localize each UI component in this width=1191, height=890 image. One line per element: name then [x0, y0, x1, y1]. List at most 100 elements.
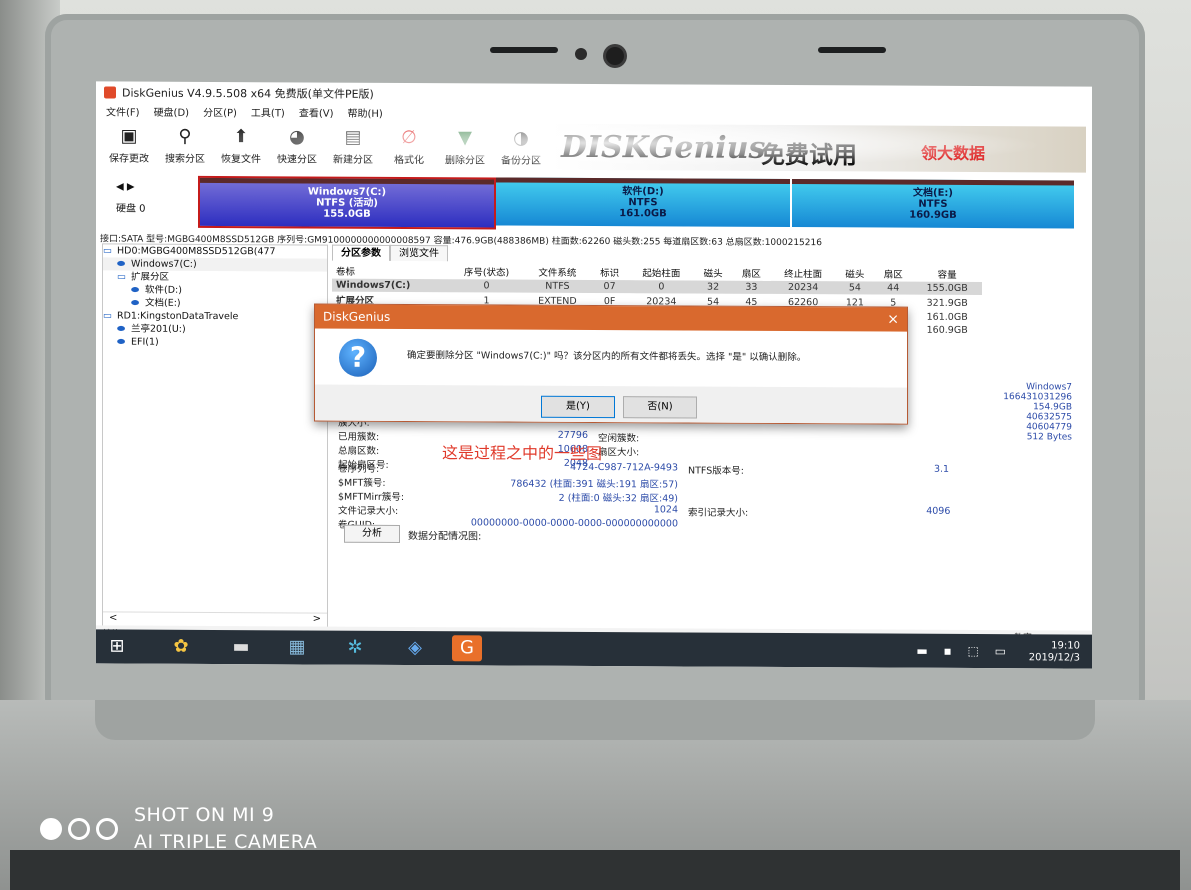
- new-partition-label: 新建分区: [333, 154, 373, 166]
- quick-partition-icon: ◕: [289, 126, 305, 148]
- new-partition-button[interactable]: ▤ 新建分区: [326, 125, 380, 169]
- col-header: 扇区: [741, 268, 761, 280]
- no-button[interactable]: 否(N): [623, 396, 697, 419]
- tree-item[interactable]: ⬬ 兰亭201(U:): [103, 322, 327, 336]
- watermark-text: SHOT ON MI 9 AI TRIPLE CAMERA: [134, 802, 317, 856]
- tree-item[interactable]: ⬬ Windows7(C:): [103, 257, 327, 272]
- recover-files-button[interactable]: ⬆ 恢复文件: [214, 124, 268, 168]
- tree-item[interactable]: ⬬ 文档(E:): [103, 296, 327, 310]
- extended-partition-icon: ▭: [117, 271, 126, 283]
- backup-icon: ◑: [513, 127, 529, 149]
- col-header: 序号(状态): [463, 267, 510, 279]
- tree-item-label: 软件(D:): [145, 284, 182, 296]
- analyze-button[interactable]: 分析: [344, 524, 400, 543]
- allocation-map-label: 数据分配情况图:: [408, 531, 482, 543]
- cell: 07: [590, 279, 629, 294]
- dialog-message: 确定要删除分区 "Windows7(C:)" 吗？该分区内的所有文件都将丢失。选…: [407, 350, 807, 364]
- tree-item[interactable]: ▭ HD0:MGBG400M8SSD512GB(477: [103, 244, 327, 258]
- taskbar-settings-icon[interactable]: ✲: [340, 635, 370, 661]
- delete-confirm-dialog: DiskGenius × ? 确定要删除分区 "Windows7(C:)" 吗？…: [314, 303, 908, 425]
- info-label: 文件记录大小:: [338, 505, 399, 517]
- stat-value: Windows7: [1026, 382, 1072, 393]
- delete-icon: ▼: [458, 127, 472, 149]
- partition-icon: ⬬: [131, 284, 140, 296]
- keyboard-keys: [10, 850, 1180, 890]
- menu-view[interactable]: 查看(V): [299, 104, 334, 122]
- watermark-line-1: SHOT ON MI 9: [134, 804, 275, 826]
- brand-promo: 领大数据: [921, 143, 986, 164]
- taskbar-app-icon[interactable]: ✿: [166, 634, 196, 660]
- col-header: 文件系统: [538, 267, 577, 279]
- info-value: 786432 (柱面:391 磁头:191 扇区:57): [510, 478, 678, 491]
- col-header: 磁头: [845, 269, 865, 281]
- brand-banner: DISKGenius 免费试用 领大数据: [551, 123, 1086, 173]
- recover-icon: ⬆: [233, 126, 249, 148]
- col-header: 标识: [600, 268, 620, 280]
- clock[interactable]: 19:10 2019/12/3: [1029, 640, 1080, 664]
- taskbar-diskgenius-icon[interactable]: G: [452, 635, 482, 662]
- tree-item[interactable]: ▭ 扩展分区: [103, 270, 327, 284]
- backup-partition-button[interactable]: ◑ 备份分区: [494, 125, 548, 169]
- format-button[interactable]: ∅ 格式化: [382, 125, 436, 169]
- partition-block-d[interactable]: 软件(D:) NTFS 161.0GB: [496, 177, 790, 228]
- partition-block-e[interactable]: 文档(E:) NTFS 160.9GB: [792, 179, 1074, 229]
- search-partition-button[interactable]: ⚲ 搜索分区: [158, 124, 212, 168]
- partition-usage-strip: [200, 177, 494, 185]
- menu-tools[interactable]: 工具(T): [251, 104, 285, 122]
- cell: 44: [874, 281, 913, 295]
- tree-item[interactable]: ▭ RD1:KingstonDataTravele: [103, 309, 327, 323]
- taskbar-explorer-icon[interactable]: ◈: [400, 635, 430, 661]
- tree-item-label: Windows7(C:): [131, 258, 197, 270]
- partition-icon: ⬬: [117, 258, 126, 270]
- cell: 321.9GB: [926, 297, 968, 309]
- tree-item-label: EFI(1): [131, 336, 159, 348]
- camera-watermark: SHOT ON MI 9 AI TRIPLE CAMERA: [40, 802, 317, 856]
- info-label: $MFT簇号:: [338, 477, 386, 489]
- scroll-left-icon[interactable]: <: [109, 612, 117, 623]
- col-header: 容量: [937, 269, 957, 281]
- partition-details-pane: 分区参数 浏览文件 卷标 序号(状态) 文件系统 标识 起始柱面 磁头 扇区 终…: [332, 244, 1088, 631]
- volume-stats: Windows7 166431031296 154.9GB 40632575 4…: [952, 382, 1072, 442]
- partition-block-c[interactable]: Windows7(C:) NTFS (活动) 155.0GB: [198, 175, 496, 230]
- taskbar-drive-icon[interactable]: ▬: [226, 634, 256, 660]
- tree-item[interactable]: ⬬ EFI(1): [103, 335, 327, 349]
- disk-icon: ▭: [103, 245, 112, 257]
- system-tray-icons[interactable]: ▬ ▪ ⬚ ▭: [916, 644, 1012, 659]
- disk-label: 硬盘 0: [116, 203, 146, 215]
- stat-value: 40604779: [1026, 422, 1072, 433]
- col-header: 卷标: [336, 266, 356, 278]
- scroll-right-icon[interactable]: >: [313, 614, 321, 625]
- disk-nav-arrows[interactable]: ◀ ▶: [116, 181, 135, 192]
- tree-item[interactable]: ⬬ 软件(D:): [103, 283, 327, 297]
- dialog-footer: 是(Y) 否(N): [315, 384, 907, 424]
- menu-file[interactable]: 文件(F): [106, 103, 140, 121]
- search-partition-label: 搜索分区: [165, 153, 205, 165]
- tree-item-label: RD1:KingstonDataTravele: [117, 310, 239, 323]
- menu-partition[interactable]: 分区(P): [203, 104, 237, 122]
- delete-partition-button[interactable]: ▼ 删除分区: [438, 125, 492, 169]
- col-header: 扇区: [883, 269, 903, 281]
- bezel-bar-left: [490, 47, 558, 53]
- tab-partition-params[interactable]: 分区参数: [332, 244, 390, 261]
- webcam-icon: [606, 47, 624, 65]
- app-title: DiskGenius V4.9.5.508 x64 免费版(单文件PE版): [122, 86, 374, 101]
- quick-partition-button[interactable]: ◕ 快速分区: [270, 124, 324, 168]
- start-icon[interactable]: ⊞: [102, 633, 132, 659]
- cell: 160.9GB: [926, 324, 968, 336]
- info-label: $MFTMirr簇号:: [338, 491, 405, 504]
- watermark-logo: [40, 818, 118, 840]
- stat-value: 40632575: [1026, 412, 1072, 423]
- watermark-circle: [68, 818, 90, 840]
- save-button[interactable]: ▣ 保存更改: [102, 123, 156, 167]
- menu-help[interactable]: 帮助(H): [348, 105, 383, 123]
- close-icon[interactable]: ×: [887, 308, 899, 332]
- menu-disk[interactable]: 硬盘(D): [154, 104, 190, 122]
- col-header: 磁头: [703, 268, 723, 280]
- disk-icon: ▭: [103, 310, 112, 322]
- dialog-titlebar: DiskGenius ×: [315, 304, 907, 332]
- yes-button[interactable]: 是(Y): [541, 395, 615, 419]
- bezel-bar-right: [818, 47, 886, 53]
- tab-browse-files[interactable]: 浏览文件: [390, 244, 448, 262]
- taskbar-network-icon[interactable]: ▦: [282, 634, 312, 660]
- info-label: 空闲簇数:: [598, 433, 640, 445]
